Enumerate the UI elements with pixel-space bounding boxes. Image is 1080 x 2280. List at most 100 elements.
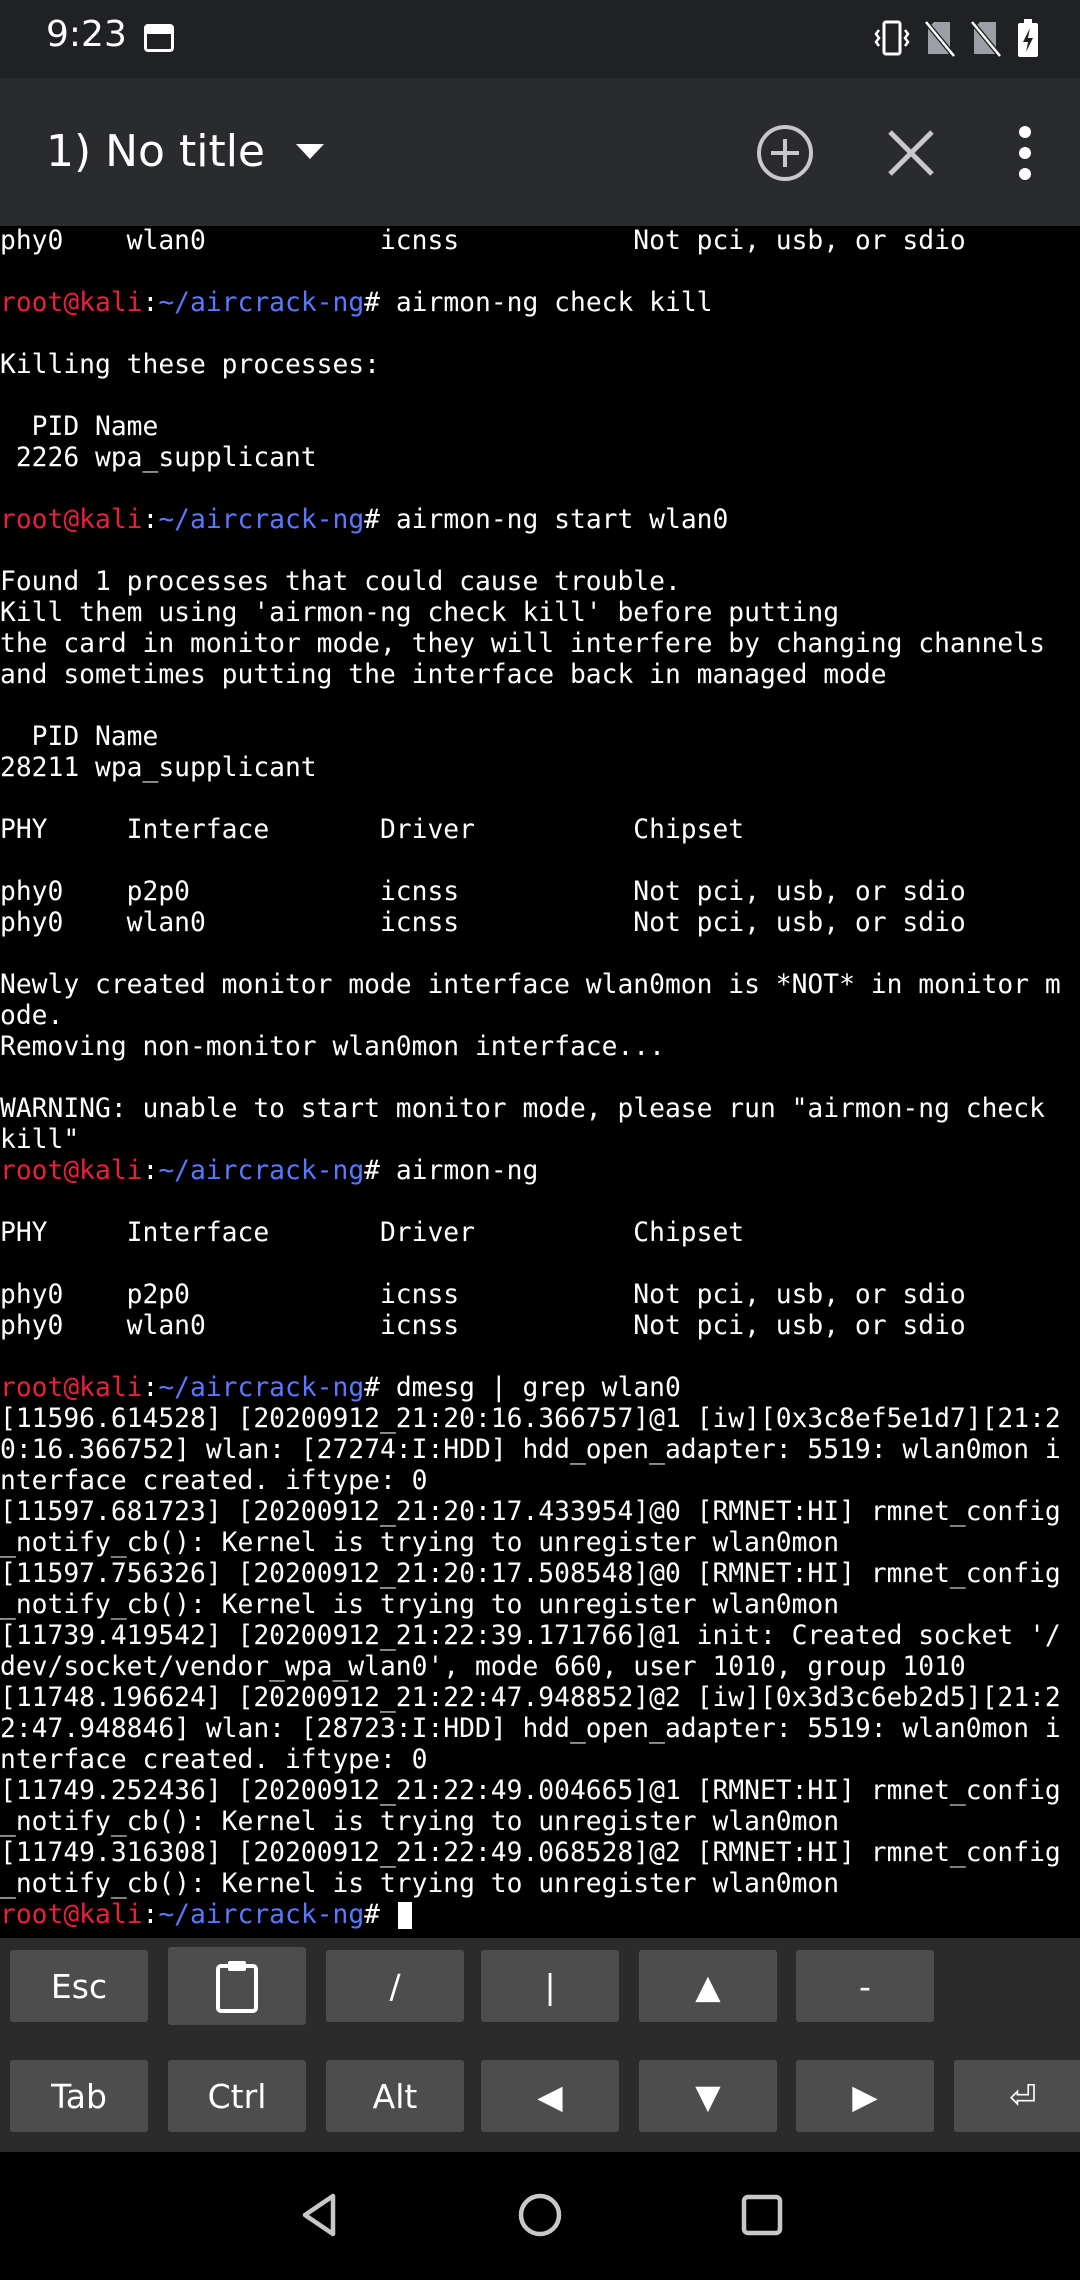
terminal-text: Found 1 processes that could cause troub…	[0, 567, 681, 597]
terminal-command: airmon-ng start wlan0	[395, 505, 729, 535]
terminal-line: Removing non-monitor wlan0mon interface.…	[0, 1032, 1080, 1063]
terminal-text: _notify_cb(): Kernel is trying to unregi…	[0, 1869, 840, 1899]
terminal-line: [11749.316308] [20200912_21:22:49.068528…	[0, 1838, 1080, 1869]
terminal-line: _notify_cb(): Kernel is trying to unregi…	[0, 1590, 1080, 1621]
terminal-line: 2226 wpa_supplicant	[0, 443, 1080, 474]
paste-clipboard-key[interactable]	[168, 1947, 306, 2025]
terminal-line: PID Name	[0, 722, 1080, 753]
prompt-colon: :	[142, 1156, 159, 1186]
terminal-text: _notify_cb(): Kernel is trying to unregi…	[0, 1528, 840, 1558]
terminal-line: and sometimes putting the interface back…	[0, 660, 1080, 691]
prompt-symbol: #	[364, 1900, 396, 1930]
more-vert-icon[interactable]	[990, 118, 1060, 188]
dash-key[interactable]: -	[796, 1950, 934, 2022]
terminal-line: 0:16.366752] wlan: [27274:I:HDD] hdd_ope…	[0, 1435, 1080, 1466]
add-circle-icon[interactable]	[750, 118, 820, 188]
terminal-line: Killing these processes:	[0, 350, 1080, 381]
terminal-text: 28211 wpa_supplicant	[0, 753, 317, 783]
terminal-text: PID Name	[0, 722, 159, 752]
terminal-line: [11748.196624] [20200912_21:22:47.948852…	[0, 1683, 1080, 1714]
app-toolbar: 1) No title	[0, 78, 1080, 226]
prompt-colon: :	[142, 1900, 159, 1930]
tab-key[interactable]: Tab	[10, 2060, 148, 2132]
terminal-text: PHY Interface Driver Chipset	[0, 815, 745, 845]
session-title[interactable]: 1) No title	[46, 126, 265, 177]
terminal-line: Newly created monitor mode interface wla…	[0, 970, 1080, 1001]
home-icon[interactable]	[505, 2180, 575, 2250]
arrow-right-key[interactable]: ▶	[796, 2060, 934, 2132]
vibrate-icon	[874, 20, 910, 56]
terminal-text: [11749.252436] [20200912_21:22:49.004665…	[0, 1776, 1061, 1806]
terminal-prompt-line: root@kali:~/aircrack-ng# dmesg | grep wl…	[0, 1373, 1080, 1404]
ctrl-key[interactable]: Ctrl	[168, 2060, 306, 2132]
terminal-text: phy0 wlan0 icnss Not pci, usb, or sdio	[0, 226, 966, 256]
terminal-prompt-line: root@kali:~/aircrack-ng#	[0, 1900, 1080, 1931]
terminal-text: [11597.756326] [20200912_21:20:17.508548…	[0, 1559, 1061, 1589]
terminal-text: phy0 p2p0 icnss Not pci, usb, or sdio	[0, 877, 966, 907]
recents-icon[interactable]	[727, 2180, 797, 2250]
terminal-line: ode.	[0, 1001, 1080, 1032]
slash-key[interactable]: /	[326, 1950, 464, 2022]
terminal-command: airmon-ng check kill	[395, 288, 713, 318]
terminal-text: phy0 wlan0 icnss Not pci, usb, or sdio	[0, 1311, 966, 1341]
prompt-user: root@kali	[0, 1900, 143, 1930]
terminal-text: phy0 p2p0 icnss Not pci, usb, or sdio	[0, 1280, 966, 1310]
terminal-line: phy0 wlan0 icnss Not pci, usb, or sdio	[0, 1311, 1080, 1342]
clipboard-icon	[216, 1961, 258, 2013]
prompt-colon: :	[142, 1373, 159, 1403]
terminal-command: dmesg | grep wlan0	[395, 1373, 681, 1403]
status-clock: 9:23	[46, 14, 127, 55]
terminal-line: nterface created. iftype: 0	[0, 1466, 1080, 1497]
alt-key[interactable]: Alt	[326, 2060, 464, 2132]
terminal-line: 2:47.948846] wlan: [28723:I:HDD] hdd_ope…	[0, 1714, 1080, 1745]
terminal-text: kill"	[0, 1125, 80, 1155]
terminal-text: WARNING: unable to start monitor mode, p…	[0, 1094, 1045, 1124]
terminal-line: [11597.681723] [20200912_21:20:17.433954…	[0, 1497, 1080, 1528]
terminal-text: [11748.196624] [20200912_21:22:47.948852…	[0, 1683, 1061, 1713]
terminal-line: [11739.419542] [20200912_21:22:39.171766…	[0, 1621, 1080, 1652]
prompt-path: ~/aircrack-ng	[158, 288, 365, 318]
back-icon[interactable]	[285, 2180, 355, 2250]
close-icon[interactable]	[876, 118, 946, 188]
prompt-path: ~/aircrack-ng	[158, 505, 365, 535]
arrow-down-key[interactable]: ▼	[639, 2060, 777, 2132]
terminal-prompt-line: root@kali:~/aircrack-ng# airmon-ng start…	[0, 505, 1080, 536]
terminal-text: Removing non-monitor wlan0mon interface.…	[0, 1032, 665, 1062]
terminal-text: 2226 wpa_supplicant	[0, 443, 317, 473]
pipe-key[interactable]: |	[481, 1950, 619, 2022]
terminal-line: [11597.756326] [20200912_21:20:17.508548…	[0, 1559, 1080, 1590]
terminal-line: PHY Interface Driver Chipset	[0, 815, 1080, 846]
terminal-text: _notify_cb(): Kernel is trying to unregi…	[0, 1590, 840, 1620]
terminal-line: _notify_cb(): Kernel is trying to unregi…	[0, 1869, 1080, 1900]
prompt-user: root@kali	[0, 505, 143, 535]
status-icons	[874, 18, 1040, 58]
terminal-text: [11597.681723] [20200912_21:20:17.433954…	[0, 1497, 1061, 1527]
arrow-left-key[interactable]: ◀	[481, 2060, 619, 2132]
prompt-user: root@kali	[0, 1156, 143, 1186]
chevron-down-icon[interactable]	[296, 144, 324, 160]
esc-key[interactable]: Esc	[10, 1950, 148, 2022]
terminal-line: _notify_cb(): Kernel is trying to unregi…	[0, 1807, 1080, 1838]
arrow-up-key[interactable]: ▲	[639, 1950, 777, 2022]
terminal-notification-icon	[144, 24, 174, 52]
terminal-text: _notify_cb(): Kernel is trying to unregi…	[0, 1807, 840, 1837]
prompt-user: root@kali	[0, 288, 143, 318]
terminal-text: ode.	[0, 1001, 64, 1031]
terminal-line: Found 1 processes that could cause troub…	[0, 567, 1080, 598]
prompt-path: ~/aircrack-ng	[158, 1373, 365, 1403]
terminal-text: Newly created monitor mode interface wla…	[0, 970, 1061, 1000]
terminal-output[interactable]: phy0 wlan0 icnss Not pci, usb, or sdio ro…	[0, 226, 1080, 1938]
terminal-line: Kill them using 'airmon-ng check kill' b…	[0, 598, 1080, 629]
terminal-line: PID Name	[0, 412, 1080, 443]
enter-key[interactable]: ⏎	[954, 2060, 1080, 2132]
terminal-text: 0:16.366752] wlan: [27274:I:HDD] hdd_ope…	[0, 1435, 1061, 1465]
